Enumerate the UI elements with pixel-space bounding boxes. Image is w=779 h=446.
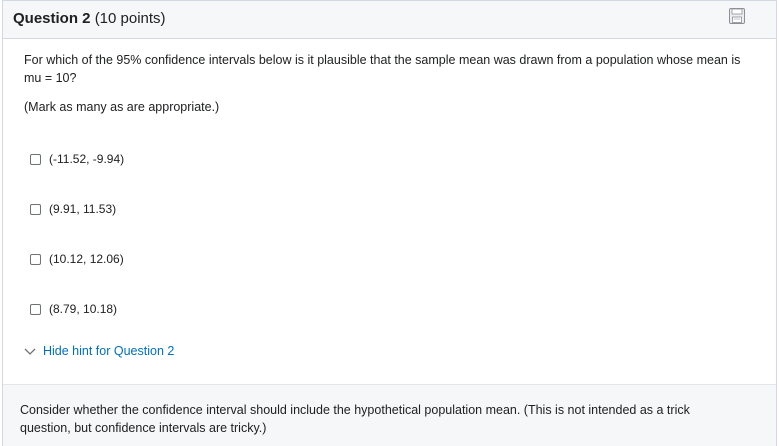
option-2-label[interactable]: (9.91, 11.53) xyxy=(49,202,116,216)
option-4[interactable]: (8.79, 10.18) xyxy=(30,301,117,317)
save-icon[interactable] xyxy=(728,7,746,25)
hint-text: Consider whether the confidence interval… xyxy=(20,403,690,435)
question-title: Question 2 (10 points) xyxy=(13,10,166,27)
hide-hint-toggle[interactable]: Hide hint for Question 2 xyxy=(23,344,174,358)
question-number: Question 2 xyxy=(13,10,91,27)
option-3-checkbox[interactable] xyxy=(30,253,41,265)
question-instruction: (Mark as many as are appropriate.) xyxy=(24,100,220,114)
question-points: (10 points) xyxy=(94,10,166,27)
hide-hint-link[interactable]: Hide hint for Question 2 xyxy=(43,344,174,358)
option-4-label[interactable]: (8.79, 10.18) xyxy=(49,302,117,316)
option-3[interactable]: (10.12, 12.06) xyxy=(30,251,124,267)
option-1-checkbox[interactable] xyxy=(30,153,41,165)
option-1-label[interactable]: (-11.52, -9.94) xyxy=(49,152,124,166)
question-header: Question 2 (10 points) xyxy=(3,1,776,39)
option-4-checkbox[interactable] xyxy=(30,303,41,315)
option-1[interactable]: (-11.52, -9.94) xyxy=(30,151,124,167)
hint-box: Consider whether the confidence interval… xyxy=(3,384,776,446)
option-2[interactable]: (9.91, 11.53) xyxy=(30,201,116,217)
question-prompt: For which of the 95% confidence interval… xyxy=(24,53,741,85)
option-2-checkbox[interactable] xyxy=(30,203,41,215)
question-panel: Question 2 (10 points) For which of the … xyxy=(2,0,777,446)
option-3-label[interactable]: (10.12, 12.06) xyxy=(49,252,124,266)
chevron-down-icon[interactable] xyxy=(23,346,37,356)
